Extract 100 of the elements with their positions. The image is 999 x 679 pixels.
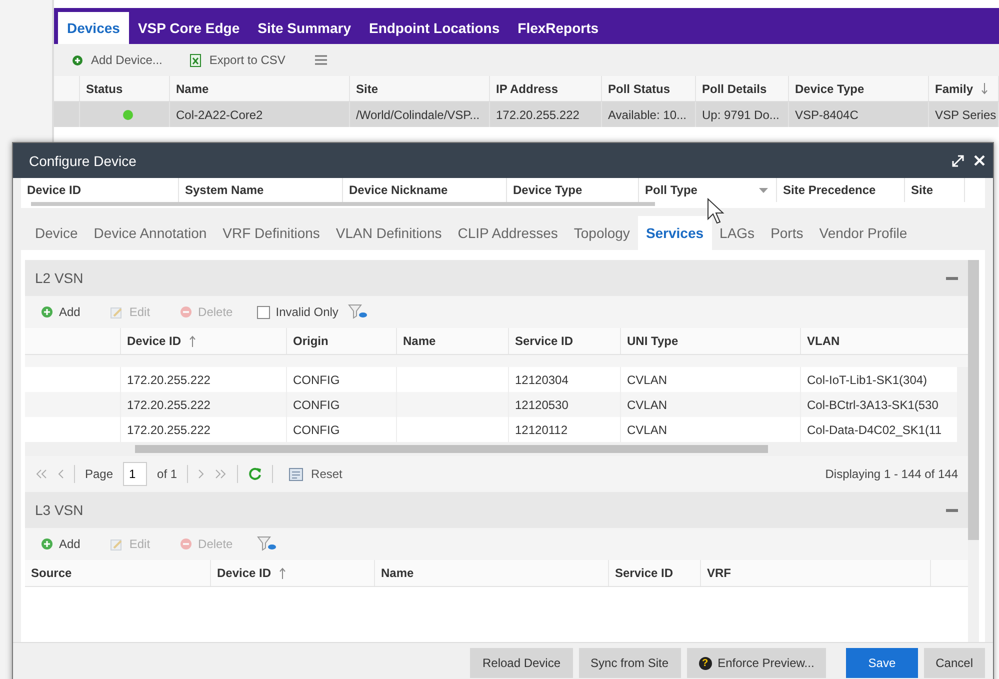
column-header[interactable]: Name	[170, 76, 350, 101]
table-cell: Col-Data-D4C02_SK1(11	[807, 422, 942, 436]
tab[interactable]: VSP Core Edge	[128, 12, 249, 44]
vertical-scrollbar[interactable]	[957, 367, 968, 442]
tab[interactable]: Device Annotation	[86, 216, 215, 250]
dialog-button[interactable]: ? Enforce Preview...	[686, 648, 826, 678]
last-page-icon[interactable]	[215, 469, 228, 479]
tab[interactable]: VRF Definitions	[214, 216, 328, 250]
column-header[interactable]: Device ID	[211, 560, 375, 586]
tab[interactable]: Services	[638, 216, 712, 250]
toolbar-button[interactable]: Add	[35, 304, 86, 320]
refresh-icon[interactable]	[248, 467, 262, 481]
filter-icon[interactable]	[348, 304, 368, 320]
table-cell: Col-IoT-Lib1-SK1(304)	[807, 372, 928, 386]
table-cell: 172.20.255.222	[127, 398, 210, 412]
tab[interactable]: LAGs	[712, 216, 763, 250]
menu-icon[interactable]	[315, 55, 328, 65]
toolbar-button[interactable]: Export to CSV	[184, 52, 292, 68]
toolbar-button[interactable]: Add	[35, 536, 86, 552]
dialog-title: Configure Device	[29, 152, 138, 168]
table-cell: 172.20.255.222	[127, 422, 210, 436]
table-cell: CVLAN	[627, 422, 668, 436]
tab[interactable]: CLIP Addresses	[450, 216, 566, 250]
column-header[interactable]: Source	[25, 560, 211, 586]
table-cell: 12120112	[515, 422, 568, 436]
tab[interactable]: Topology	[566, 216, 638, 250]
column-header[interactable]: Status	[80, 76, 170, 101]
edit-icon	[110, 538, 124, 550]
table-cell: 172.20.255.222	[496, 108, 580, 122]
section-title: L2 VSN	[35, 270, 84, 286]
close-icon[interactable]	[974, 155, 985, 166]
tab[interactable]: Device	[27, 216, 86, 250]
table-cell: CVLAN	[627, 398, 668, 412]
next-page-icon[interactable]	[198, 469, 206, 479]
tab[interactable]: Ports	[762, 216, 812, 250]
tab[interactable]: Site Summary	[248, 12, 360, 44]
column-header[interactable]: Site Precedence	[777, 178, 905, 202]
page-input[interactable]: 1	[123, 462, 148, 486]
tab[interactable]: Endpoint Locations	[360, 12, 509, 44]
dialog-button[interactable]: Cancel	[924, 648, 985, 678]
horizontal-scrollbar[interactable]	[25, 442, 968, 456]
tab[interactable]: Devices	[58, 12, 129, 44]
table-cell: 12120530	[515, 398, 568, 412]
column-header[interactable]: Service ID	[509, 328, 621, 354]
paging-status: Displaying 1 - 144 of 144	[825, 467, 958, 481]
column-header[interactable]: VRF	[701, 560, 931, 586]
column-header[interactable]: Family	[929, 76, 999, 101]
column-header[interactable]: Site	[905, 178, 965, 202]
column-header[interactable]: UNI Type	[621, 328, 801, 354]
expand-icon[interactable]	[952, 154, 964, 166]
column-header[interactable]: Device ID	[121, 328, 287, 354]
delete-icon	[180, 306, 192, 318]
tab[interactable]: Vendor Profile	[811, 216, 916, 250]
column-header[interactable]: IP Address	[490, 76, 602, 101]
tab[interactable]: FlexReports	[508, 12, 608, 44]
vertical-scrollbar[interactable]	[968, 260, 979, 642]
reset-icon	[289, 468, 304, 480]
table-row[interactable]: Col-2A22-Core2 /World/Colindale/VSP... 172.20.255.222 Available: 10... Up: 9791 Do... VSP-8404C VSP Series	[54, 102, 999, 127]
column-header[interactable]: Name	[397, 328, 509, 354]
column-header[interactable]: Poll Details	[696, 76, 789, 101]
add-icon	[72, 54, 83, 66]
column-header[interactable]: Device Type	[789, 76, 929, 101]
page-label: Page	[85, 467, 114, 481]
column-header[interactable]: Name	[375, 560, 609, 586]
previous-page-icon[interactable]	[57, 469, 64, 479]
dialog-button[interactable]: Save	[846, 648, 918, 678]
collapse-icon[interactable]	[946, 508, 958, 512]
column-header[interactable]: Origin	[287, 328, 397, 354]
table-cell: Up: 9791 Do...	[702, 108, 780, 122]
column-header[interactable]: Poll Status	[602, 76, 696, 101]
table-cell: VSP-8404C	[795, 108, 858, 122]
first-page-icon[interactable]	[35, 469, 47, 479]
table-cell: CONFIG	[293, 422, 340, 436]
invalid-only-checkbox[interactable]: Invalid Only	[256, 305, 338, 319]
filter-icon[interactable]	[256, 536, 277, 552]
help-icon: ?	[698, 656, 712, 670]
reset-button[interactable]: Reset	[283, 466, 348, 482]
collapse-icon[interactable]	[946, 276, 958, 280]
table-cell: 172.20.255.222	[127, 372, 210, 386]
add-icon	[41, 306, 53, 318]
edit-icon	[110, 306, 124, 318]
column-header[interactable]: VLAN	[801, 328, 968, 354]
dropdown-caret-icon[interactable]	[759, 188, 768, 193]
column-header[interactable]: Service ID	[609, 560, 701, 586]
delete-icon	[180, 538, 192, 550]
table-cell: CONFIG	[293, 372, 340, 386]
table-cell: /World/Colindale/VSP...	[356, 108, 480, 122]
spreadsheet-icon	[190, 54, 202, 66]
page-count: of 1	[157, 467, 178, 481]
toolbar-button[interactable]: Add Device...	[66, 52, 168, 68]
section-title: L3 VSN	[35, 502, 84, 518]
horizontal-scrollbar[interactable]	[31, 202, 655, 206]
table-cell: Col-2A22-Core2	[176, 108, 263, 122]
dialog-button[interactable]: Reload Device	[470, 648, 573, 678]
dialog-button[interactable]: Sync from Site	[578, 648, 681, 678]
table-cell: Available: 10...	[608, 108, 686, 122]
column-header[interactable]: Site	[350, 76, 490, 101]
table-cell: CVLAN	[627, 372, 668, 386]
table-cell: Col-BCtrl-3A13-SK1(530	[807, 398, 938, 412]
tab[interactable]: VLAN Definitions	[328, 216, 450, 250]
